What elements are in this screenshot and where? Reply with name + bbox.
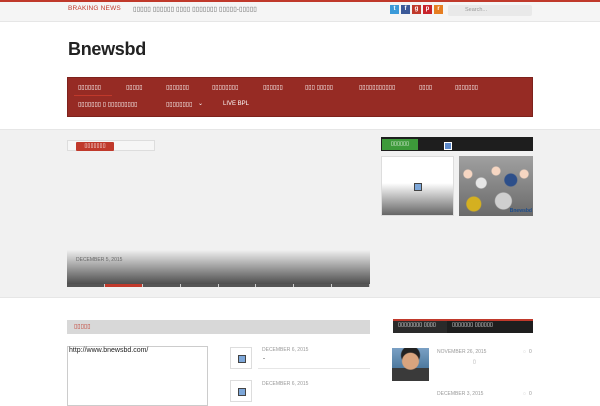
pinterest-icon[interactable]: p: [423, 5, 432, 14]
nav-item-6[interactable]: ▯▯▯ ▯▯▯▯▯: [305, 84, 333, 91]
comment-count: 0: [529, 391, 532, 397]
side-news-date: DECEMBER 3, 2015: [437, 391, 484, 397]
photo-watermark: Bnewsbd: [509, 208, 532, 214]
nav-item-home[interactable]: ▯▯▯▯▯▯▯: [78, 84, 101, 91]
breaking-news-ticker[interactable]: ▯▯▯▯▯ ▯▯▯▯▯▯ ▯▯▯▯ ▯▯▯▯▯▯▯ ▯▯▯▯▯-▯▯▯▯▯: [133, 5, 257, 13]
slider-dot-active[interactable]: [104, 284, 143, 287]
facebook-icon[interactable]: f: [401, 5, 410, 14]
slider-category-tab[interactable]: ▯▯▯▯▯▯▯: [76, 142, 114, 151]
comment-icon: ◌: [523, 349, 526, 355]
marathon-photo: [459, 156, 533, 216]
news-divider: [258, 368, 370, 369]
google-plus-icon[interactable]: g: [412, 5, 421, 14]
url-embed-box[interactable]: http://www.bnewsbd.com/: [67, 346, 208, 406]
slider-date: DECEMBER 5, 2015: [76, 257, 123, 263]
broken-image-icon: [238, 355, 246, 363]
news-date: DECEMBER 6, 2015: [262, 381, 309, 387]
social-icons: t f g p r: [390, 5, 443, 14]
side-news-date: NOVEMBER 26, 2015: [437, 349, 487, 355]
nav-item-10[interactable]: ▯▯▯▯▯▯▯ ▯ ▯▯▯▯▯▯▯▯▯: [78, 101, 137, 108]
comment-icon: ◌: [523, 391, 526, 397]
side-news-title-icon: ▯: [473, 359, 476, 365]
nav-item-dropdown[interactable]: ▯▯▯▯▯▯▯▯: [166, 101, 192, 108]
nav-item-2[interactable]: ▯▯▯▯▯: [126, 84, 143, 91]
twitter-icon[interactable]: t: [390, 5, 399, 14]
slider-dot[interactable]: [218, 284, 257, 287]
news-section-header: [67, 320, 370, 334]
search-input[interactable]: Search...: [448, 5, 532, 16]
broken-image-icon: [444, 142, 452, 150]
nav-item-8[interactable]: ▯▯▯▯: [419, 84, 432, 91]
broken-image-icon: [414, 183, 422, 191]
nav-item-9[interactable]: ▯▯▯▯▯▯▯: [455, 84, 478, 91]
slider-caption-area[interactable]: [67, 250, 370, 285]
broken-image-icon: [238, 388, 246, 396]
featured-side-label[interactable]: ▯▯▯▯▯▯: [382, 139, 418, 150]
nav-item-live-bpl[interactable]: LIVE BPL: [223, 101, 249, 107]
slider-dot[interactable]: [180, 284, 219, 287]
tab-popular[interactable]: ▯▯▯▯▯▯▯▯ ▯▯▯▯: [398, 322, 436, 328]
slider-pagination: [67, 284, 370, 287]
nav-active-indicator: [74, 95, 112, 96]
slider-dot[interactable]: [142, 284, 181, 287]
site-logo[interactable]: Bnewsbd: [68, 39, 146, 60]
rss-icon[interactable]: r: [434, 5, 443, 14]
slider-dot[interactable]: [332, 284, 370, 287]
main-nav: [67, 77, 533, 117]
nav-item-5[interactable]: ▯▯▯▯▯▯: [263, 84, 283, 91]
breaking-news-label: BRAKING NEWS: [68, 5, 121, 12]
nav-item-7[interactable]: ▯▯▯▯▯▯▯▯▯▯▯: [359, 84, 395, 91]
news-section-label[interactable]: ▯▯▯▯▯: [74, 323, 91, 330]
comment-count: 0: [529, 349, 532, 355]
slider-dot[interactable]: [294, 284, 333, 287]
nav-item-4[interactable]: ▯▯▯▯▯▯▯▯: [212, 84, 238, 91]
slider-dot[interactable]: [256, 284, 295, 287]
news-date: DECEMBER 6, 2015: [262, 347, 309, 353]
featured-photo-card[interactable]: Bnewsbd: [459, 156, 533, 216]
news-avatar-photo[interactable]: [392, 348, 429, 381]
chevron-down-icon[interactable]: ⌄: [198, 100, 203, 107]
slider-dot[interactable]: [67, 284, 105, 287]
tab-recent[interactable]: ▯▯▯▯▯▯▯ ▯▯▯▯▯▯: [452, 322, 493, 328]
nav-item-3[interactable]: ▯▯▯▯▯▯▯: [166, 84, 189, 91]
news-title[interactable]: -: [263, 356, 265, 362]
